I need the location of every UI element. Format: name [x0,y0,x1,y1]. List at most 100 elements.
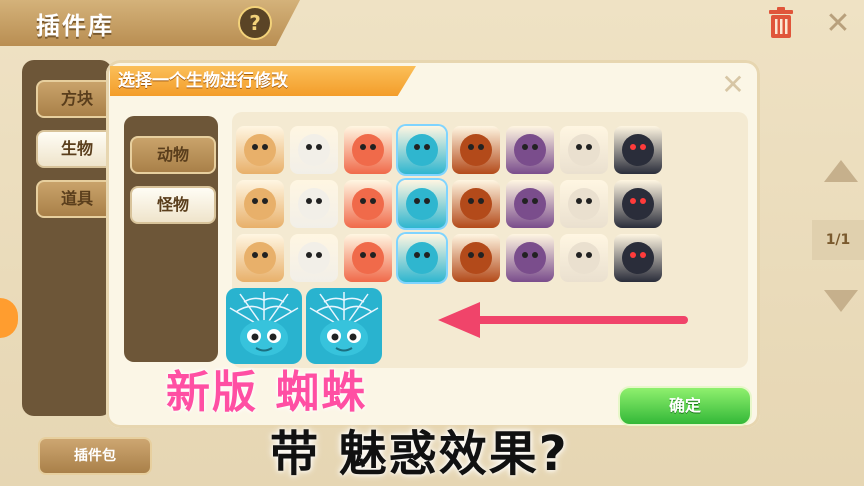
close-icon[interactable]: ✕ [822,8,854,40]
creature-eye [424,252,430,258]
creature-eye [586,198,592,204]
creature-face [406,188,438,220]
trash-icon[interactable] [766,6,796,40]
white-cat-monster-icon[interactable] [290,234,338,282]
hooded-ghost-icon[interactable] [614,126,662,174]
creature-face [568,242,600,274]
creature-eye [424,198,430,204]
creature-eye [424,144,430,150]
creature-face [622,242,654,274]
lava-golem-icon[interactable] [452,180,500,228]
spider-icon[interactable] [398,234,446,282]
bear-warrior-icon[interactable] [236,234,284,282]
creature-eye [414,252,420,258]
bear-warrior-icon[interactable] [236,180,284,228]
arrow-left-icon [438,302,688,338]
creature-face [514,188,546,220]
close-icon[interactable]: ✕ [718,70,748,100]
creature-face [460,242,492,274]
creature-eye [252,198,258,204]
creature-face [622,188,654,220]
page-indicator: 1/1 [812,220,864,260]
creature-eye [306,144,312,150]
red-demon-icon[interactable] [344,180,392,228]
creature-eye [306,198,312,204]
hooded-ghost-icon[interactable] [614,180,662,228]
creature-eye [640,198,646,204]
lava-golem-icon[interactable] [452,234,500,282]
creature-face [460,188,492,220]
bear-warrior-icon[interactable] [236,126,284,174]
category-sidebar: 方块 生物 道具 [22,60,118,416]
creature-face [352,134,384,166]
red-demon-icon[interactable] [344,234,392,282]
creature-eye [414,144,420,150]
creature-face [244,188,276,220]
triangle-up-icon[interactable] [824,160,858,182]
web-icon [229,292,299,356]
creature-eye [316,198,322,204]
purple-block-monster-icon[interactable] [506,234,554,282]
creature-eye [532,144,538,150]
creature-face [352,188,384,220]
white-cat-monster-icon[interactable] [290,180,338,228]
creature-eye [478,198,484,204]
skeleton-icon[interactable] [560,180,608,228]
creature-eye [478,252,484,258]
creature-eye [360,144,366,150]
creature-eye [468,252,474,258]
white-cat-monster-icon[interactable] [290,126,338,174]
tab-monsters[interactable]: 怪物 [130,186,216,224]
hooded-ghost-icon[interactable] [614,234,662,282]
tab-animals[interactable]: 动物 [130,136,216,174]
creature-face [568,134,600,166]
creature-eye [630,252,636,258]
creature-eye [522,198,528,204]
creature-face [406,134,438,166]
spider-preview-icon[interactable] [226,288,302,364]
creature-face [406,242,438,274]
creature-eye [262,198,268,204]
creature-eye [262,144,268,150]
creature-eye [630,198,636,204]
creature-face [298,188,330,220]
web-icon [309,292,379,356]
red-demon-icon[interactable] [344,126,392,174]
creature-face [244,134,276,166]
creature-eye [414,198,420,204]
creature-face [622,134,654,166]
plugin-pack-button[interactable]: 插件包 [38,437,152,475]
creature-eye [478,144,484,150]
creature-eye [468,144,474,150]
creature-eye [468,198,474,204]
triangle-down-icon[interactable] [824,290,858,312]
creature-eye [576,144,582,150]
spider-icon[interactable] [398,180,446,228]
help-button[interactable]: ? [238,6,272,40]
window-title: 插件库 [36,12,114,40]
creature-eye [532,252,538,258]
creature-face [514,134,546,166]
spider-icon[interactable] [398,126,446,174]
purple-block-monster-icon[interactable] [506,126,554,174]
skeleton-icon[interactable] [560,234,608,282]
creature-eye [522,144,528,150]
creature-face [568,188,600,220]
creature-eye [640,252,646,258]
creature-eye [360,252,366,258]
lava-golem-icon[interactable] [452,126,500,174]
creature-type-column: 动物 怪物 [124,116,218,362]
confirm-button[interactable]: 确定 [618,386,752,426]
creature-eye [370,144,376,150]
creature-face [460,134,492,166]
creature-eye [370,252,376,258]
creature-eye [576,198,582,204]
skeleton-icon[interactable] [560,126,608,174]
creature-face [298,134,330,166]
purple-block-monster-icon[interactable] [506,180,554,228]
spider-preview-icon[interactable] [306,288,382,364]
creature-face [298,242,330,274]
creature-eye [360,198,366,204]
creature-eye [640,144,646,150]
creature-face [352,242,384,274]
